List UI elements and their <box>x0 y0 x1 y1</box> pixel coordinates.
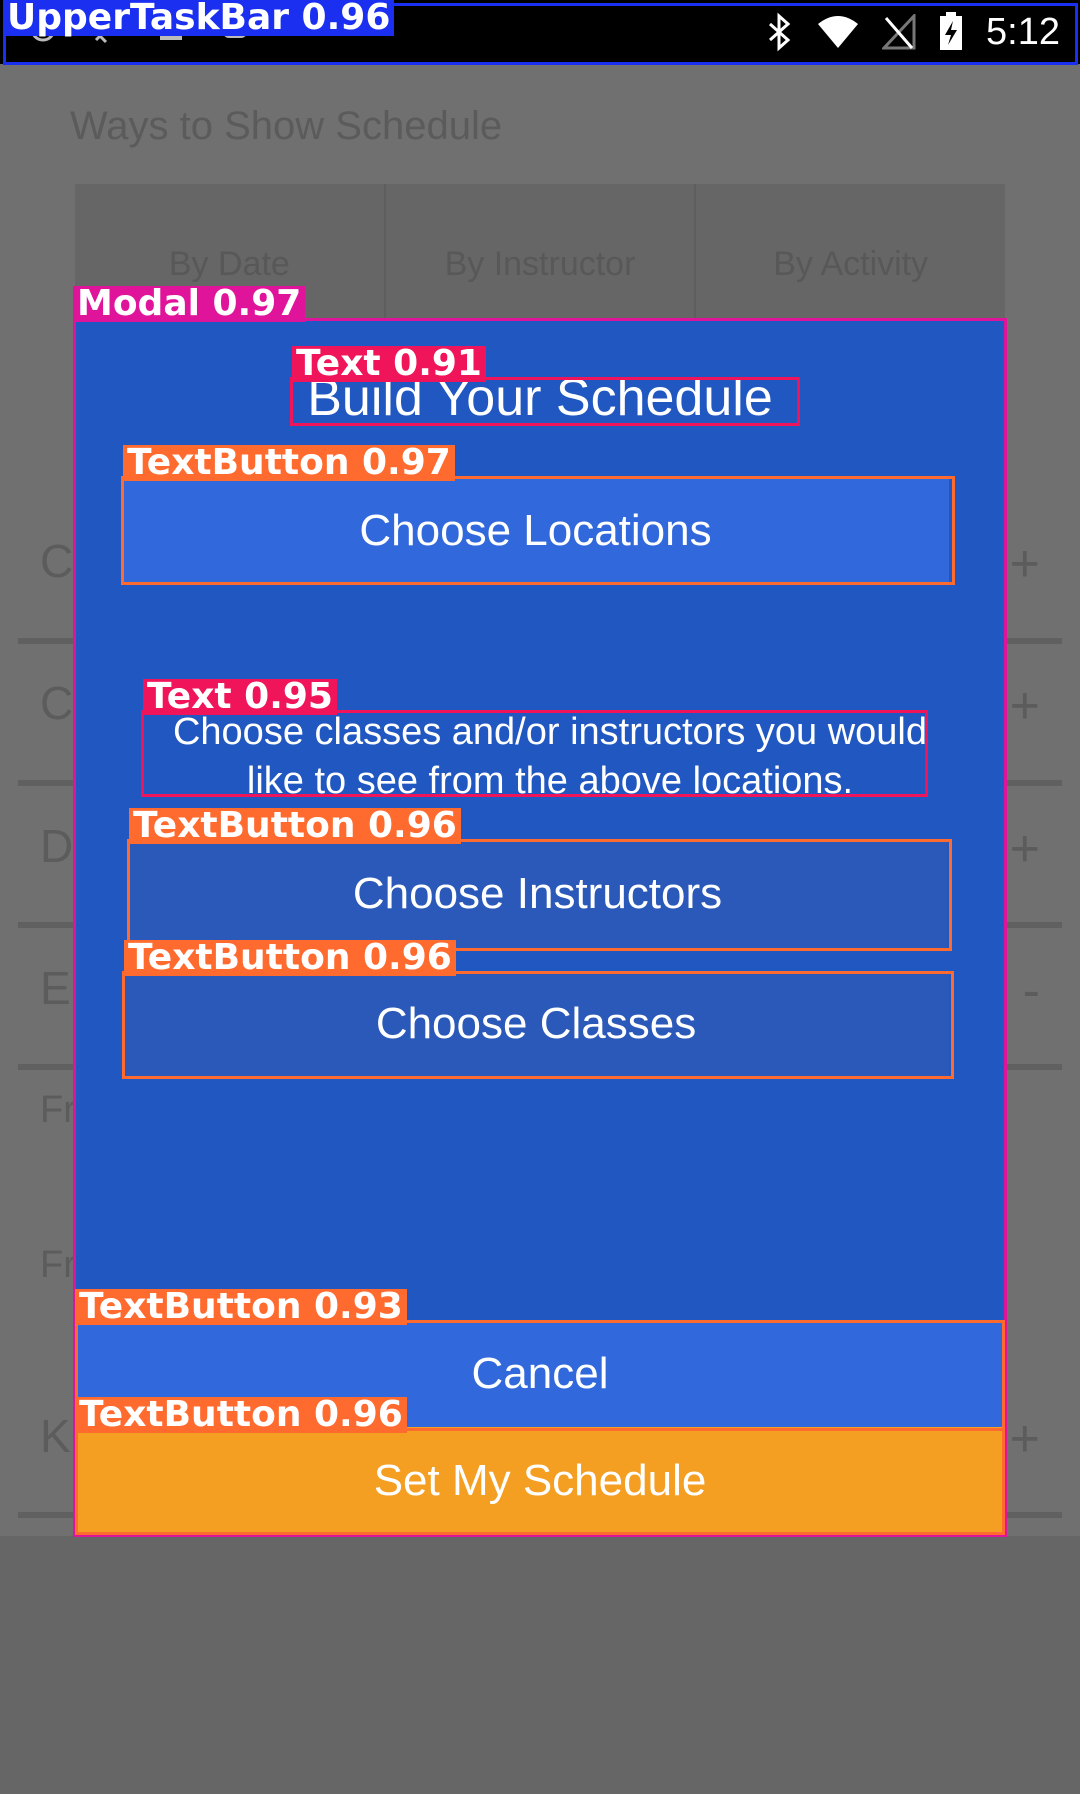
build-schedule-modal: Build Your Schedule Choose Locations Cho… <box>75 320 1005 1535</box>
background-row-label: Fr <box>40 1244 76 1286</box>
download-icon <box>160 20 182 40</box>
status-icons: 5:12 <box>766 10 1060 54</box>
background-title: Ways to Show Schedule <box>70 104 503 148</box>
notification-icon <box>223 22 247 38</box>
choose-locations-button[interactable]: Choose Locations <box>122 477 949 584</box>
modal-instructions: Choose classes and/or instructors you wo… <box>172 711 928 802</box>
wifi-icon <box>818 16 859 48</box>
bluetooth-icon <box>769 12 791 52</box>
background-row-label: C <box>40 677 74 729</box>
background-row-label: K <box>40 1410 71 1462</box>
satellite-icon <box>94 16 120 44</box>
background-row-label: C <box>40 535 74 587</box>
screen: Ways to Show Schedule By Date By Instruc… <box>0 0 1080 1794</box>
choose-instructors-button[interactable]: Choose Instructors <box>128 840 947 948</box>
background-footer <box>0 1536 1080 1794</box>
no-signal-icon <box>882 14 916 50</box>
background-row-expand: - <box>1022 962 1040 1020</box>
background-row-label: Fr <box>40 1089 76 1131</box>
background-row-expand: + <box>1009 1410 1040 1468</box>
background-row-label: E <box>40 962 71 1014</box>
background-row-expand: + <box>1009 820 1040 878</box>
clock: 5:12 <box>986 10 1060 53</box>
background-row-label: D <box>40 820 74 872</box>
modal-title: Build Your Schedule <box>307 369 773 427</box>
background-row-expand: + <box>1009 677 1040 735</box>
set-my-schedule-button[interactable]: Set My Schedule <box>75 1427 1005 1535</box>
background-row-expand: + <box>1009 535 1040 593</box>
cancel-button[interactable]: Cancel <box>75 1320 1005 1427</box>
sync-icon <box>30 16 56 42</box>
choose-classes-button[interactable]: Choose Classes <box>123 971 949 1077</box>
status-bar: 5:12 <box>0 0 1080 64</box>
battery-charging-icon <box>940 12 963 50</box>
